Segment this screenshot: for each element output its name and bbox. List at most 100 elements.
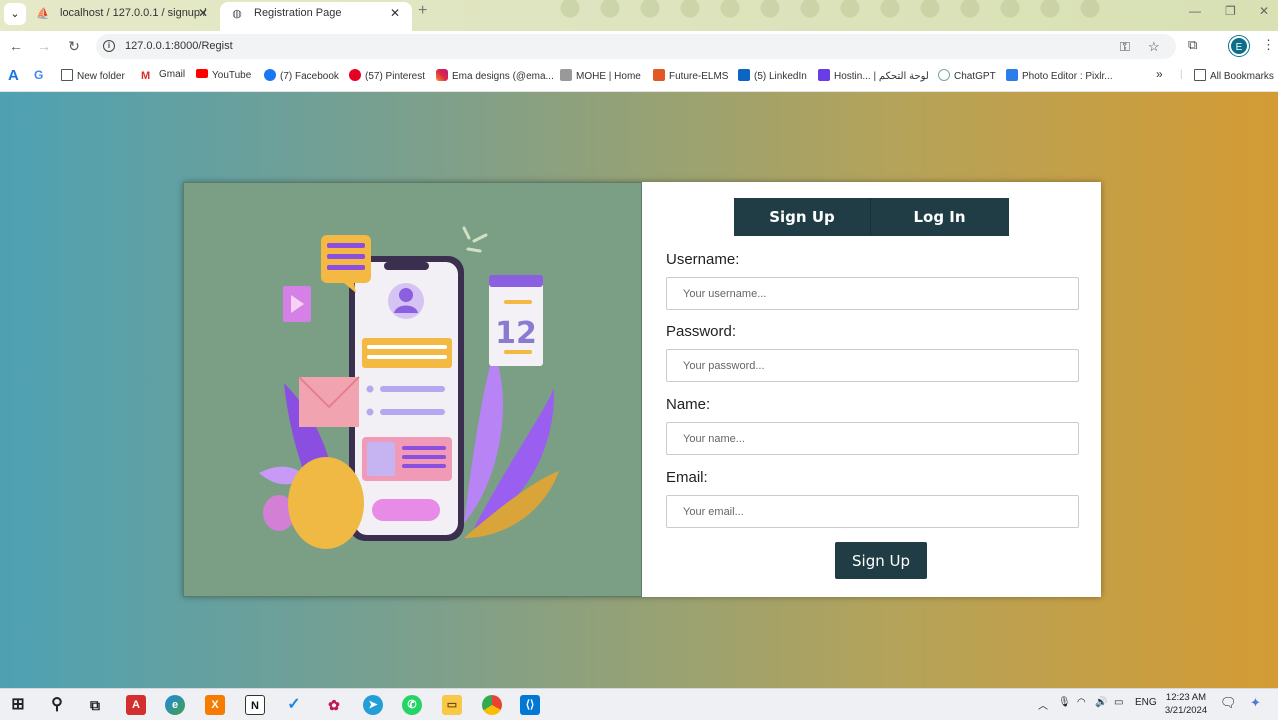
copilot-icon[interactable]: ✦: [1250, 695, 1261, 711]
tab-localhost[interactable]: ⛵ localhost / 127.0.0.1 / signup / ✕: [26, 2, 218, 31]
language-indicator[interactable]: ENG: [1135, 697, 1157, 708]
tab-strip-decoration: [560, 0, 1100, 31]
telegram-icon[interactable]: ➤: [363, 695, 383, 715]
bookmark-star-icon[interactable]: ☆: [1148, 39, 1160, 55]
email-label: Email:: [666, 469, 708, 486]
name-input[interactable]: [666, 422, 1079, 455]
new-tab-icon[interactable]: +: [418, 2, 427, 20]
wifi-icon[interactable]: ◠: [1077, 697, 1086, 708]
close-icon[interactable]: ✕: [390, 3, 400, 23]
folder-icon: [61, 69, 73, 81]
notifications-icon[interactable]: 🗨: [1220, 695, 1237, 711]
phone-button: [372, 499, 440, 521]
menu-icon[interactable]: ⋮: [1262, 37, 1275, 53]
notion-icon[interactable]: N: [245, 695, 265, 715]
address-bar[interactable]: i 127.0.0.1:8000/Regist ⚿ ☆: [96, 34, 1176, 59]
calendar-line: [504, 300, 532, 304]
search-icon[interactable]: ⚲: [47, 695, 67, 715]
restore-icon[interactable]: ❐: [1225, 4, 1236, 18]
illustration-panel: 12: [183, 182, 642, 597]
tab-registration[interactable]: ◍ Registration Page ✕: [220, 2, 412, 31]
acrobat-icon[interactable]: A: [126, 695, 146, 715]
calendar-number: 12: [495, 316, 537, 351]
edge-icon[interactable]: e: [165, 695, 185, 715]
xampp-icon[interactable]: X: [205, 695, 225, 715]
bookmark-instagram[interactable]: Ema designs (@ema...: [436, 69, 554, 82]
bookmark-font[interactable]: A: [8, 67, 19, 84]
signup-tab-button[interactable]: Sign Up: [734, 198, 871, 236]
all-bookmarks[interactable]: All Bookmarks: [1194, 69, 1274, 82]
vscode-icon[interactable]: ⟨⟩: [520, 695, 540, 715]
bookmark-pinterest[interactable]: (57) Pinterest: [349, 69, 425, 82]
file-explorer-icon[interactable]: ▭: [442, 695, 462, 715]
bookmark-future-elms[interactable]: Future-ELMS: [653, 69, 728, 82]
clock-date: 3/21/2024: [1164, 705, 1208, 716]
name-label: Name:: [666, 396, 711, 413]
password-key-icon[interactable]: ⚿: [1120, 39, 1130, 55]
bookmark-new-folder[interactable]: New folder: [61, 69, 125, 82]
bookmark-chatgpt[interactable]: ChatGPT: [938, 69, 996, 82]
volume-icon[interactable]: 🔊: [1095, 697, 1107, 708]
forward-icon[interactable]: →: [34, 36, 54, 56]
bookmark-google[interactable]: G: [34, 68, 43, 82]
bookmarks-bar: A G New folder M Gmail YouTube (7) Facebo…: [0, 61, 1278, 92]
facebook-icon: [264, 69, 276, 81]
tasks-icon[interactable]: ✓: [284, 695, 304, 715]
calendar-line: [504, 350, 532, 354]
bookmark-mohe[interactable]: MOHE | Home: [560, 69, 641, 82]
phone-registration-illustration: 12: [259, 226, 559, 549]
page-background: 12 Sign Up Log In Username: Password: Na…: [0, 92, 1278, 688]
chat-line: [327, 265, 365, 270]
gmail-icon: M: [141, 70, 151, 82]
folder-icon: [1194, 69, 1206, 81]
bookmarks-divider: |: [1180, 69, 1183, 80]
site-info-icon[interactable]: i: [103, 40, 115, 52]
tab-search-button[interactable]: ⌄: [4, 3, 26, 25]
bookmark-facebook[interactable]: (7) Facebook: [264, 69, 339, 82]
list-line: [380, 409, 445, 415]
minimize-icon[interactable]: —: [1189, 4, 1201, 18]
elms-icon: [653, 69, 665, 81]
instagram-icon: [436, 69, 448, 81]
windows-start-icon[interactable]: ⊞: [8, 695, 28, 715]
url-text: 127.0.0.1:8000/Regist: [125, 40, 233, 52]
google-icon: G: [34, 68, 44, 82]
list-line: [380, 386, 445, 392]
back-icon[interactable]: ←: [6, 36, 26, 56]
bookmark-gmail[interactable]: M Gmail: [141, 69, 185, 82]
card-line: [402, 464, 446, 468]
microphone-icon[interactable]: 🎙: [1058, 697, 1071, 708]
pixlr-icon: [1006, 69, 1018, 81]
sparkles: [462, 226, 488, 253]
task-view-icon[interactable]: ⧉: [85, 695, 105, 715]
window-close-icon[interactable]: ✕: [1259, 4, 1269, 18]
extensions-icon[interactable]: ⧉: [1188, 37, 1197, 53]
envelope: [299, 377, 359, 427]
reload-icon[interactable]: ↻: [64, 36, 84, 56]
field-line: [367, 355, 447, 359]
bookmark-hostinger[interactable]: Hostin... | لوحة التحكم: [818, 69, 929, 82]
email-input[interactable]: [666, 495, 1079, 528]
whatsapp-icon[interactable]: ✆: [402, 695, 422, 715]
calendar-header: [489, 275, 543, 287]
bookmark-youtube[interactable]: YouTube: [196, 69, 251, 81]
chat-line: [327, 254, 365, 259]
chrome-icon[interactable]: [482, 695, 502, 715]
list-dot: [366, 408, 374, 416]
bookmark-linkedin[interactable]: (5) LinkedIn: [738, 69, 807, 82]
profile-avatar[interactable]: E: [1229, 36, 1249, 56]
figma-icon[interactable]: ✿: [324, 695, 344, 715]
username-input[interactable]: [666, 277, 1079, 310]
login-tab-button[interactable]: Log In: [871, 198, 1008, 236]
system-clock[interactable]: 12:23 AM 3/21/2024: [1162, 691, 1210, 717]
hostinger-icon: [818, 69, 830, 81]
close-icon[interactable]: ✕: [198, 3, 208, 23]
bookmark-pixlr[interactable]: Photo Editor : Pixlr...: [1006, 69, 1113, 82]
more-bookmarks-icon[interactable]: »: [1156, 67, 1163, 81]
show-hidden-icons-icon[interactable]: ︿: [1038, 697, 1048, 712]
signup-submit-button[interactable]: Sign Up: [835, 542, 927, 579]
card-line: [402, 455, 446, 459]
battery-icon[interactable]: ▭: [1114, 697, 1123, 708]
font-icon: A: [8, 67, 19, 84]
password-input[interactable]: [666, 349, 1079, 382]
